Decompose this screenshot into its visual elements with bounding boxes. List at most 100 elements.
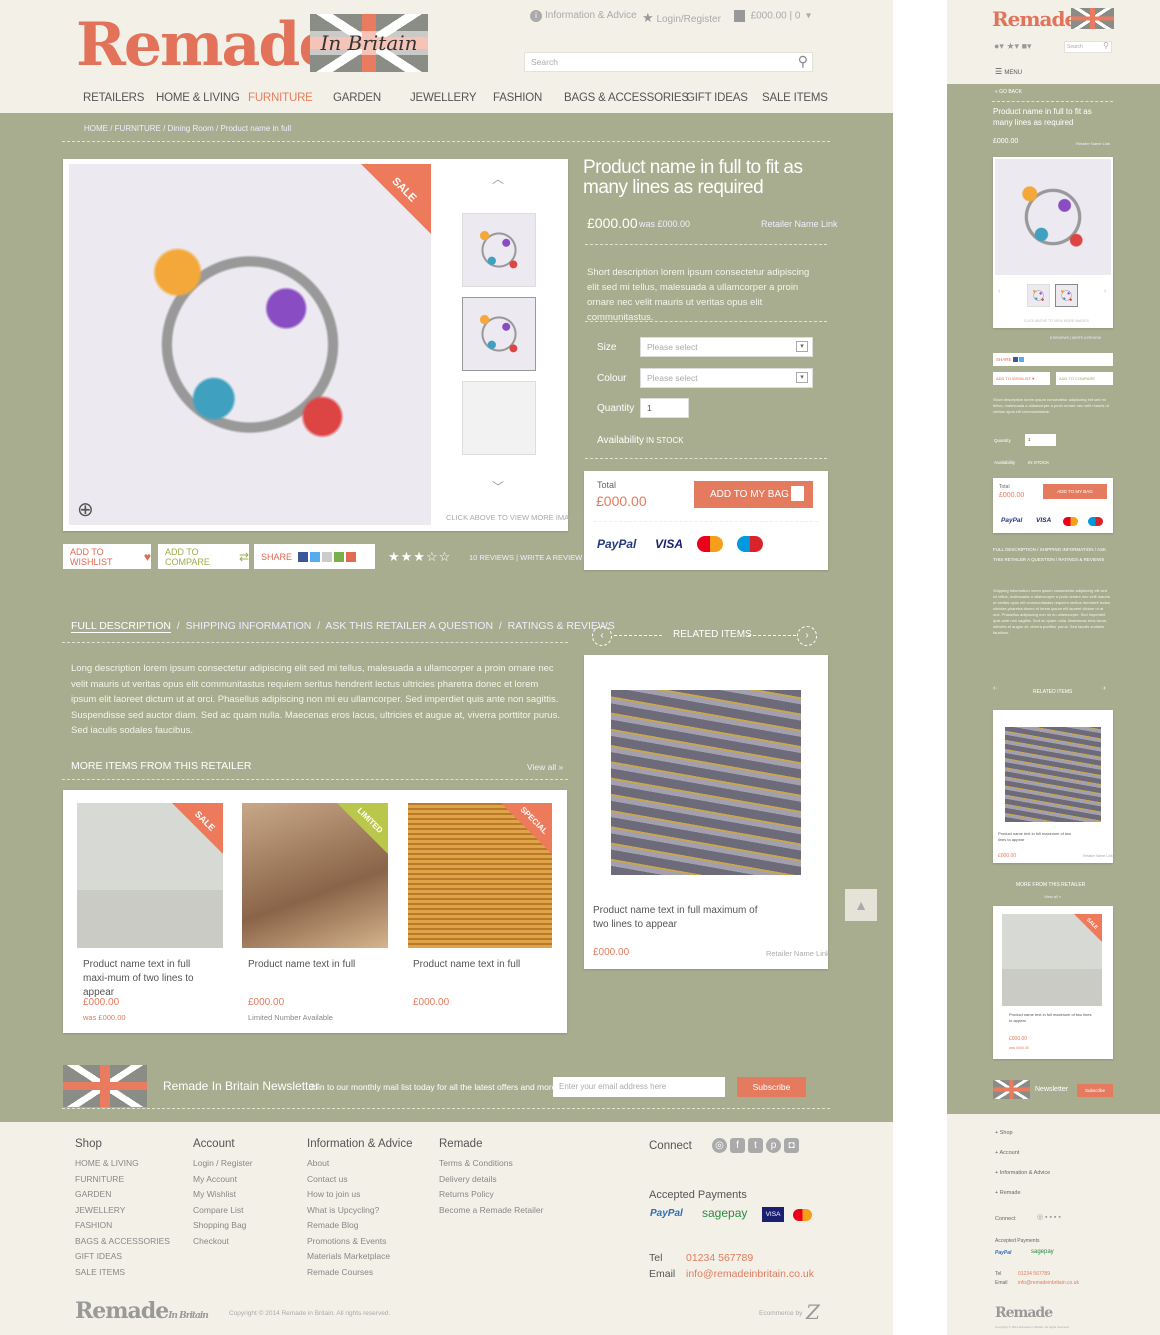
mobile-next-icon[interactable]: › xyxy=(1104,288,1106,295)
bag-icon[interactable]: ■▾ xyxy=(1022,41,1032,51)
size-select[interactable]: Please select ▾ xyxy=(640,337,813,357)
mobile-footer-account[interactable]: + Account xyxy=(995,1143,1050,1163)
footer-link[interactable]: BAGS & ACCESSORIES xyxy=(75,1234,170,1250)
site-logo[interactable]: Remade xyxy=(76,10,337,80)
mobile-footer-shop[interactable]: + Shop xyxy=(995,1123,1050,1143)
mobile-related-prev-icon[interactable]: ‹· xyxy=(993,685,998,692)
related-item-image[interactable] xyxy=(611,690,801,875)
footer-link[interactable]: Shopping Bag xyxy=(193,1218,253,1234)
star-icon[interactable]: ★▾ xyxy=(1006,41,1019,51)
thumbnail-2[interactable] xyxy=(462,297,536,371)
mobile-thumb-1[interactable] xyxy=(1027,284,1050,307)
twitter-icon[interactable] xyxy=(309,551,320,562)
nav-furniture[interactable]: FURNITURE xyxy=(248,92,313,104)
mobile-go-back[interactable]: « GO BACK xyxy=(995,89,1022,95)
nav-sale[interactable]: SALE ITEMS xyxy=(762,92,828,104)
login-link[interactable]: ★ Login/Register xyxy=(642,10,721,26)
add-to-wishlist-button[interactable]: ADD TO WISHLIST ♥ xyxy=(63,544,151,569)
colour-select[interactable]: Please select ▾ xyxy=(640,368,813,388)
footer-link[interactable]: Returns Policy xyxy=(439,1187,543,1203)
facebook-icon[interactable] xyxy=(1012,357,1018,362)
email-icon[interactable] xyxy=(321,551,332,562)
mobile-quantity-input[interactable]: 1 xyxy=(1025,434,1056,446)
mobile-logo[interactable]: Remade xyxy=(992,7,1077,31)
mobile-subscribe-button[interactable]: Subscribe xyxy=(1077,1084,1113,1097)
footer-link[interactable]: Promotions & Events xyxy=(307,1234,412,1250)
item-name[interactable]: Product name text in full maxi-mum of tw… xyxy=(83,958,213,1000)
nav-jewellery[interactable]: JEWELLERY xyxy=(410,92,477,104)
related-item-name[interactable]: Product name text in full maximum of two… xyxy=(593,904,768,932)
footer-link[interactable]: Compare List xyxy=(193,1203,253,1219)
mobile-more-name[interactable]: Product name text in full maximum of two… xyxy=(1009,1012,1093,1024)
footer-link[interactable]: GARDEN xyxy=(75,1187,170,1203)
footer-link[interactable]: My Wishlist xyxy=(193,1187,253,1203)
mobile-wishlist-button[interactable]: ADD TO WISHLIST ♥ xyxy=(993,372,1050,385)
mobile-related-name[interactable]: Product name text in full maximum of two… xyxy=(998,831,1078,843)
mobile-related-retailer[interactable]: Retailer Name Link xyxy=(1083,854,1113,858)
tab-ask-retailer[interactable]: ASK THIS RETAILER A QUESTION xyxy=(325,620,493,632)
footer-link[interactable]: Contact us xyxy=(307,1172,412,1188)
quantity-input[interactable]: 1 xyxy=(640,398,689,418)
mobile-share[interactable]: SHARE xyxy=(993,353,1113,366)
item-name[interactable]: Product name text in full xyxy=(413,958,543,972)
footer-link[interactable]: What is Upcycling? xyxy=(307,1203,412,1219)
pinterest-icon[interactable]: p xyxy=(766,1138,781,1153)
footer-link[interactable]: FURNITURE xyxy=(75,1172,170,1188)
mobile-reviews[interactable]: 8 REVIEWS | WRITE A REVIEW xyxy=(1050,336,1101,340)
related-retailer-link[interactable]: Retailer Name Link xyxy=(766,949,830,958)
mobile-tabs[interactable]: FULL DESCRIPTION / SHIPPING INFORMATION … xyxy=(993,545,1113,565)
mobile-footer-remade[interactable]: + Remade xyxy=(995,1183,1050,1203)
footer-link[interactable]: HOME & LIVING xyxy=(75,1156,170,1172)
add-to-compare-button[interactable]: ADD TO COMPARE ⇄ xyxy=(158,544,249,569)
twitter-icon[interactable]: t xyxy=(748,1138,763,1153)
view-all-link[interactable]: View all » xyxy=(527,762,563,772)
chat-icon[interactable]: ◎ xyxy=(712,1138,727,1153)
related-next-icon[interactable]: › xyxy=(797,626,817,646)
tab-full-description[interactable]: FULL DESCRIPTION xyxy=(71,620,171,633)
nav-bags[interactable]: BAGS & ACCESSORIES xyxy=(564,92,689,104)
retailer-name-link[interactable]: Retailer Name Link xyxy=(761,219,838,229)
thumb-up-arrow-icon[interactable]: ︿ xyxy=(492,170,504,187)
search-icon[interactable]: ⚲ xyxy=(1103,41,1109,50)
facebook-icon[interactable]: f xyxy=(730,1138,745,1153)
nav-fashion[interactable]: FASHION xyxy=(493,92,542,104)
developer-logo-icon[interactable]: Z xyxy=(806,1300,820,1324)
footer-link[interactable]: Terms & Conditions xyxy=(439,1156,543,1172)
footer-link[interactable]: Delivery details xyxy=(439,1172,543,1188)
thumb-down-arrow-icon[interactable]: ﹀ xyxy=(492,478,504,495)
related-prev-icon[interactable]: ‹ xyxy=(592,626,612,646)
zoom-icon[interactable]: ⊕ xyxy=(77,497,94,522)
footer-link[interactable]: GIFT IDEAS xyxy=(75,1249,170,1265)
instagram-icon[interactable]: ◘ xyxy=(784,1138,799,1153)
info-icon[interactable]: ●▾ xyxy=(994,41,1004,51)
search-icon[interactable]: ⚲ xyxy=(798,53,808,70)
mobile-tel[interactable]: 01234 567789 xyxy=(1018,1271,1050,1277)
mobile-footer-logo[interactable]: Remade xyxy=(995,1305,1053,1321)
nav-home-living[interactable]: HOME & LIVING xyxy=(156,92,240,104)
plus-icon[interactable] xyxy=(345,551,356,562)
tel-value[interactable]: 01234 567789 xyxy=(686,1252,753,1264)
footer-link[interactable]: SALE ITEMS xyxy=(75,1265,170,1281)
search-input[interactable]: Search ⚲ xyxy=(524,52,813,72)
mobile-related-image[interactable] xyxy=(1005,727,1101,822)
footer-link[interactable]: Login / Register xyxy=(193,1156,253,1172)
mobile-social-icons[interactable]: ◎ ▪ ▪ ▪ ▪ xyxy=(1037,1213,1061,1221)
reviews-link[interactable]: 10 REVIEWS xyxy=(469,553,514,562)
footer-link[interactable]: Checkout xyxy=(193,1234,253,1250)
nav-garden[interactable]: GARDEN xyxy=(333,92,381,104)
footer-link[interactable]: JEWELLERY xyxy=(75,1203,170,1219)
thumbnail-1[interactable] xyxy=(462,213,536,287)
nav-gifts[interactable]: GIFT IDEAS xyxy=(686,92,748,104)
footer-link[interactable]: About xyxy=(307,1156,412,1172)
write-review-link[interactable]: WRITE A REVIEW xyxy=(520,553,582,562)
subscribe-button[interactable]: Subscribe xyxy=(737,1077,806,1097)
nav-retailers[interactable]: RETAILERS xyxy=(83,92,144,104)
footer-link[interactable]: My Account xyxy=(193,1172,253,1188)
back-to-top-button[interactable]: ▲ xyxy=(845,889,877,921)
tab-shipping[interactable]: SHIPPING INFORMATION xyxy=(186,620,312,632)
newsletter-email-input[interactable]: Enter your email address here xyxy=(553,1077,725,1097)
mobile-main-image[interactable] xyxy=(995,159,1111,275)
mobile-add-to-bag-button[interactable]: ADD TO MY BAG xyxy=(1043,484,1107,499)
mobile-thumb-2[interactable] xyxy=(1055,284,1078,307)
mobile-menu-button[interactable]: ☰ MENU xyxy=(995,67,1022,76)
